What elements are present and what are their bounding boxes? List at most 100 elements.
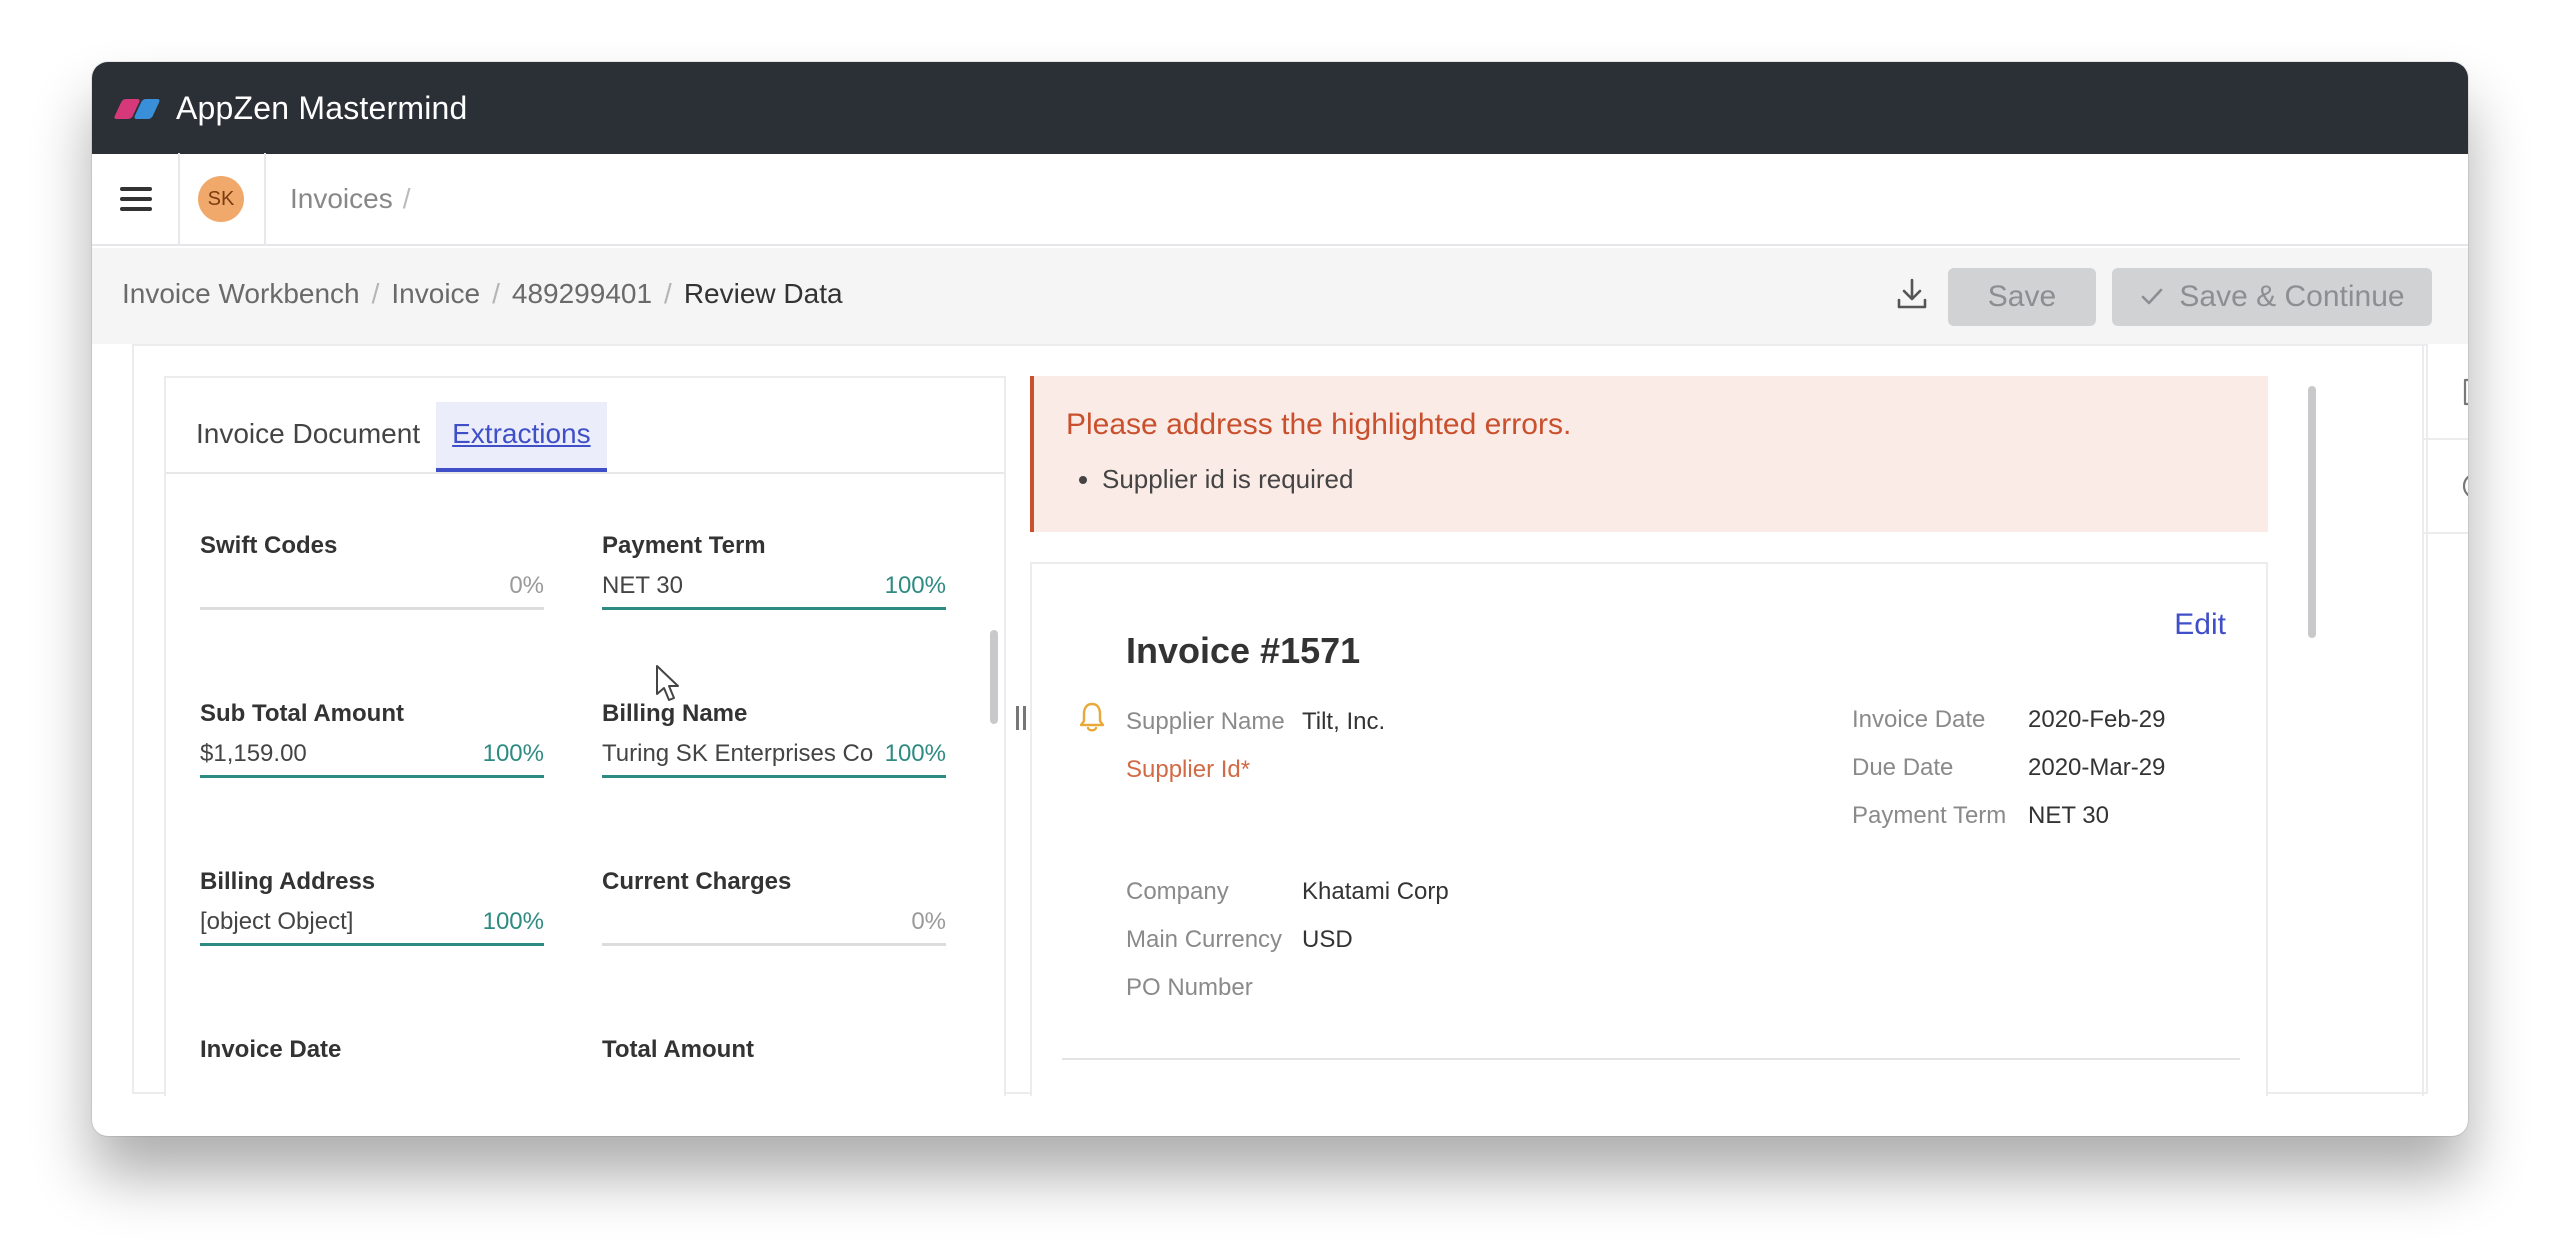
field-confidence: 100% (482, 740, 544, 767)
save-button[interactable]: Save (1948, 268, 2096, 326)
breadcrumb-invoice-workbench[interactable]: Invoice Workbench (122, 278, 360, 310)
app-title: AppZen Mastermind (176, 89, 468, 126)
field-value: [object Object] (200, 908, 354, 935)
field-billing-address[interactable]: Billing Address [object Object] 100% (200, 868, 544, 946)
field-payment-term[interactable]: Payment Term NET 30 100% (602, 532, 946, 610)
field-confidence: 100% (884, 740, 946, 767)
payment-term-label: Payment Term (1852, 802, 2007, 829)
alert-error-item: Supplier id is required (1102, 464, 2268, 495)
edit-note-icon (2463, 378, 2468, 406)
nav-crumb-invoices[interactable]: Invoices (290, 183, 393, 215)
field-confidence: 0% (509, 572, 544, 599)
panel-tabs: Invoice Document Extractions (166, 378, 1004, 474)
appzen-logo-icon (113, 93, 164, 123)
breadcrumb-invoice-id[interactable]: 489299401 (512, 278, 652, 310)
field-invoice-date[interactable]: Invoice Date (200, 1036, 544, 1064)
field-sub-total-amount[interactable]: Sub Total Amount $1,159.00 100% (200, 700, 544, 778)
save-continue-label: Save & Continue (2179, 280, 2405, 313)
supplier-name-value: Tilt, Inc. (1302, 708, 1386, 735)
field-input[interactable]: 0% (200, 572, 544, 610)
field-value: Turing SK Enterprises Co (602, 740, 874, 767)
field-label: Payment Term (602, 532, 766, 559)
edit-button[interactable]: Edit (2174, 608, 2226, 642)
breadcrumb-separator: / (664, 278, 672, 309)
field-confidence: 0% (911, 908, 946, 935)
supplier-name-label: Supplier Name (1126, 708, 1285, 735)
due-date-label: Due Date (1852, 754, 1954, 781)
breadcrumb-separator: / (492, 278, 500, 309)
field-input[interactable]: 0% (602, 908, 946, 946)
field-input[interactable]: [object Object] 100% (200, 908, 544, 946)
due-date-row: Due Date 2020-Mar-29 (1852, 754, 2165, 782)
due-date-value: 2020-Mar-29 (2028, 754, 2166, 781)
field-billing-name[interactable]: Billing Name Turing SK Enterprises Co 10… (602, 700, 946, 778)
invoice-date-label: Invoice Date (1852, 706, 1986, 733)
field-input[interactable]: Turing SK Enterprises Co 100% (602, 740, 946, 778)
po-number-row: PO Number (1126, 974, 1253, 1002)
breadcrumb: Invoice Workbench / Invoice / 489299401 … (122, 278, 843, 310)
alert-title: Please address the highlighted errors. (1066, 408, 1572, 441)
currency-value: USD (1302, 926, 1353, 953)
field-input[interactable]: NET 30 100% (602, 572, 946, 610)
field-value: NET 30 (602, 572, 683, 599)
nav-divider (178, 153, 180, 245)
field-label: Billing Name (602, 700, 748, 727)
top-nav: SK Invoices / (92, 153, 2468, 246)
breadcrumb-invoice[interactable]: Invoice (391, 278, 480, 310)
rail-notes-button[interactable]: 1 (2424, 346, 2468, 440)
bell-icon (1079, 702, 1105, 732)
field-value: $1,159.00 (200, 740, 307, 767)
rail-history-button[interactable] (2424, 440, 2468, 534)
field-label: Sub Total Amount (200, 700, 404, 727)
panel-resize-handle[interactable] (1016, 706, 1026, 730)
field-label: Current Charges (602, 868, 792, 895)
field-label: Swift Codes (200, 532, 338, 559)
main-content: Invoice Document Extractions Swift Codes… (132, 344, 2468, 1096)
breadcrumb-current: Review Data (683, 278, 843, 309)
field-input[interactable]: $1,159.00 100% (200, 740, 544, 778)
check-icon (2142, 288, 2163, 305)
extractions-scrollbar[interactable] (990, 630, 998, 724)
app-window: AppZen Mastermind SK Invoices / Invoice … (92, 62, 2468, 1136)
payment-term-row: Payment Term NET 30 (1852, 802, 2109, 830)
supplier-name-row: Supplier Name Tilt, Inc. (1126, 708, 1385, 736)
right-rail: 1 (2422, 346, 2468, 1096)
hamburger-icon[interactable] (120, 187, 152, 211)
tab-invoice-document[interactable]: Invoice Document (180, 402, 436, 472)
company-value: Khatami Corp (1302, 878, 1449, 905)
supplier-id-row[interactable]: Supplier Id* (1126, 756, 1250, 784)
field-label: Total Amount (602, 1036, 754, 1063)
invoice-date-value: 2020-Feb-29 (2028, 706, 2166, 733)
currency-row: Main Currency USD (1126, 926, 1353, 954)
save-continue-button[interactable]: Save & Continue (2112, 268, 2432, 326)
field-total-amount[interactable]: Total Amount (602, 1036, 946, 1064)
invoice-date-row: Invoice Date 2020-Feb-29 (1852, 706, 2165, 734)
currency-label: Main Currency (1126, 926, 1283, 953)
error-alert: Please address the highlighted errors. S… (1030, 376, 2268, 532)
field-label: Invoice Date (200, 1036, 342, 1063)
field-current-charges[interactable]: Current Charges 0% (602, 868, 946, 946)
cursor-icon (656, 665, 679, 701)
payment-term-value: NET 30 (2028, 802, 2109, 829)
po-number-label: PO Number (1126, 974, 1253, 1001)
invoice-card: Edit Invoice #1571 Supplier Name Tilt, I… (1030, 562, 2268, 1096)
alert-error-list: Supplier id is required (1102, 464, 2268, 495)
nav-divider (264, 153, 266, 245)
company-row: Company Khatami Corp (1126, 878, 1449, 906)
company-label: Company (1126, 878, 1229, 905)
breadcrumb-separator: / (371, 278, 380, 309)
nav-crumb-separator: / (402, 183, 411, 214)
avatar[interactable]: SK (198, 176, 244, 222)
field-confidence: 100% (884, 572, 946, 599)
title-bar: AppZen Mastermind (92, 62, 2468, 154)
field-swift-codes[interactable]: Swift Codes 0% (200, 532, 544, 610)
tab-extractions[interactable]: Extractions (436, 402, 607, 472)
supplier-id-label[interactable]: Supplier Id* (1126, 756, 1250, 784)
extractions-panel: Invoice Document Extractions Swift Codes… (164, 376, 1006, 1096)
invoice-title: Invoice #1571 (1126, 630, 1361, 671)
card-divider (1062, 1058, 2240, 1060)
field-confidence: 100% (482, 908, 544, 935)
field-label: Billing Address (200, 868, 376, 895)
download-icon[interactable] (1892, 274, 1932, 314)
invoice-scrollbar[interactable] (2308, 386, 2316, 638)
